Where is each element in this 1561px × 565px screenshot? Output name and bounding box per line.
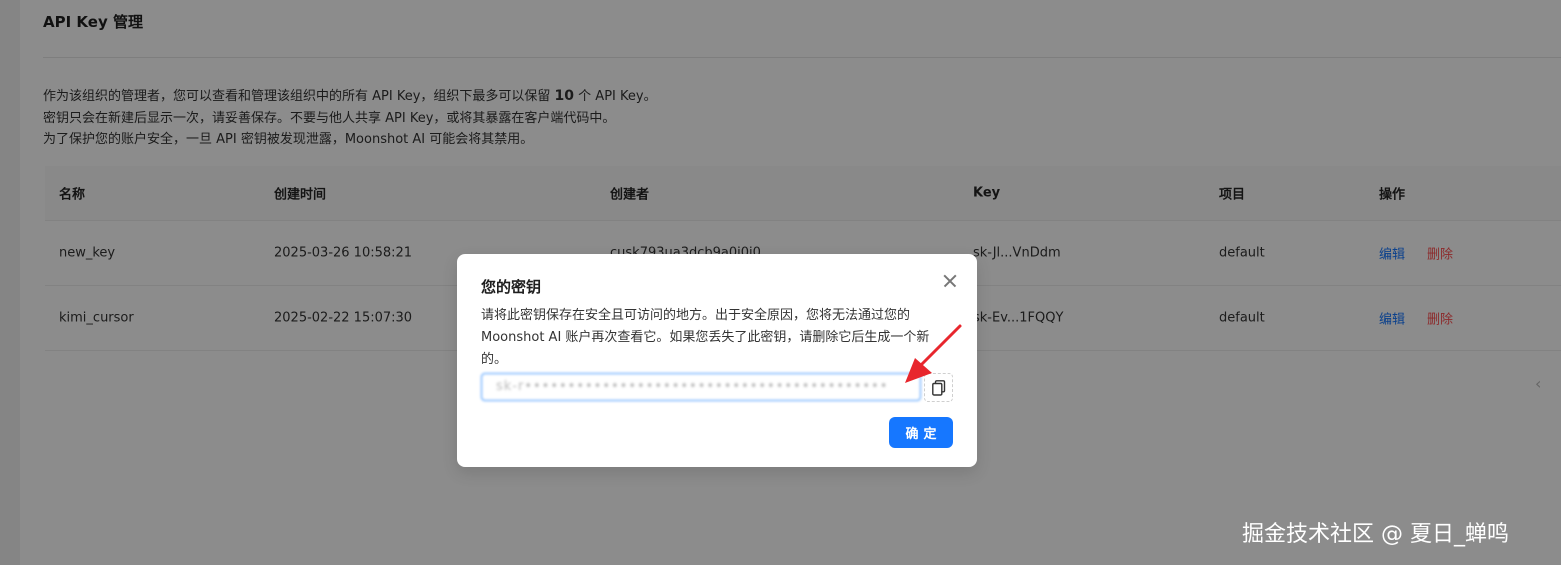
watermark-text: 掘金技术社区 @ 夏日_蝉鸣 [1242,522,1509,547]
annotation-arrow [905,324,962,383]
